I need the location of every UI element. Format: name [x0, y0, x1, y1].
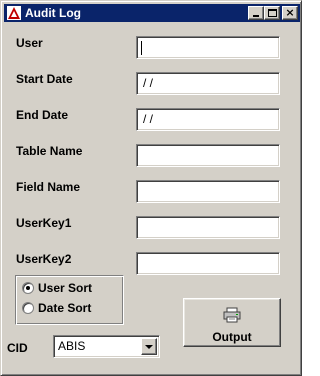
- text-caret: [141, 40, 142, 55]
- cid-dropdown-button[interactable]: [141, 338, 157, 355]
- end-date-input[interactable]: / /: [136, 108, 280, 131]
- radio-selected-icon: [22, 282, 34, 294]
- start-date-input[interactable]: / /: [136, 72, 280, 95]
- chevron-down-icon: [145, 345, 153, 349]
- table-name-input[interactable]: [136, 144, 280, 167]
- output-button-label: Output: [212, 330, 252, 344]
- minimize-button[interactable]: [248, 6, 264, 20]
- close-icon: ×: [285, 6, 295, 19]
- userkey2-label: UserKey2: [16, 252, 72, 266]
- start-date-label: Start Date: [16, 72, 73, 86]
- output-button[interactable]: Output: [183, 298, 281, 347]
- date-sort-radio[interactable]: Date Sort: [22, 301, 91, 315]
- app-logo-icon: [6, 5, 22, 21]
- audit-log-window: Audit Log × User Start Date / / End Date…: [0, 0, 302, 376]
- end-date-label: End Date: [16, 108, 69, 122]
- maximize-icon: [268, 9, 277, 17]
- maximize-button[interactable]: [264, 6, 280, 20]
- window-controls: ×: [248, 6, 298, 20]
- cid-select[interactable]: ABIS: [53, 335, 160, 358]
- minimize-icon: [253, 15, 259, 17]
- field-name-input[interactable]: [136, 180, 280, 203]
- field-name-label: Field Name: [16, 180, 81, 194]
- radio-dot: [26, 286, 30, 290]
- userkey1-label: UserKey1: [16, 216, 72, 230]
- user-sort-label: User Sort: [38, 281, 93, 295]
- radio-unselected-icon: [22, 302, 34, 314]
- user-input[interactable]: [136, 36, 280, 59]
- date-sort-label: Date Sort: [38, 301, 92, 315]
- title-bar[interactable]: Audit Log ×: [4, 4, 300, 22]
- user-label: User: [16, 36, 43, 50]
- table-name-label: Table Name: [16, 144, 83, 158]
- userkey2-input[interactable]: [136, 252, 280, 275]
- window-title: Audit Log: [25, 6, 81, 20]
- printer-icon: [223, 307, 241, 323]
- close-button[interactable]: ×: [282, 6, 298, 20]
- sort-option-group: User Sort Date Sort: [15, 275, 124, 325]
- user-sort-radio[interactable]: User Sort: [22, 281, 92, 295]
- cid-label: CID: [7, 341, 28, 355]
- cid-selected-value: ABIS: [58, 339, 86, 353]
- userkey1-input[interactable]: [136, 216, 280, 239]
